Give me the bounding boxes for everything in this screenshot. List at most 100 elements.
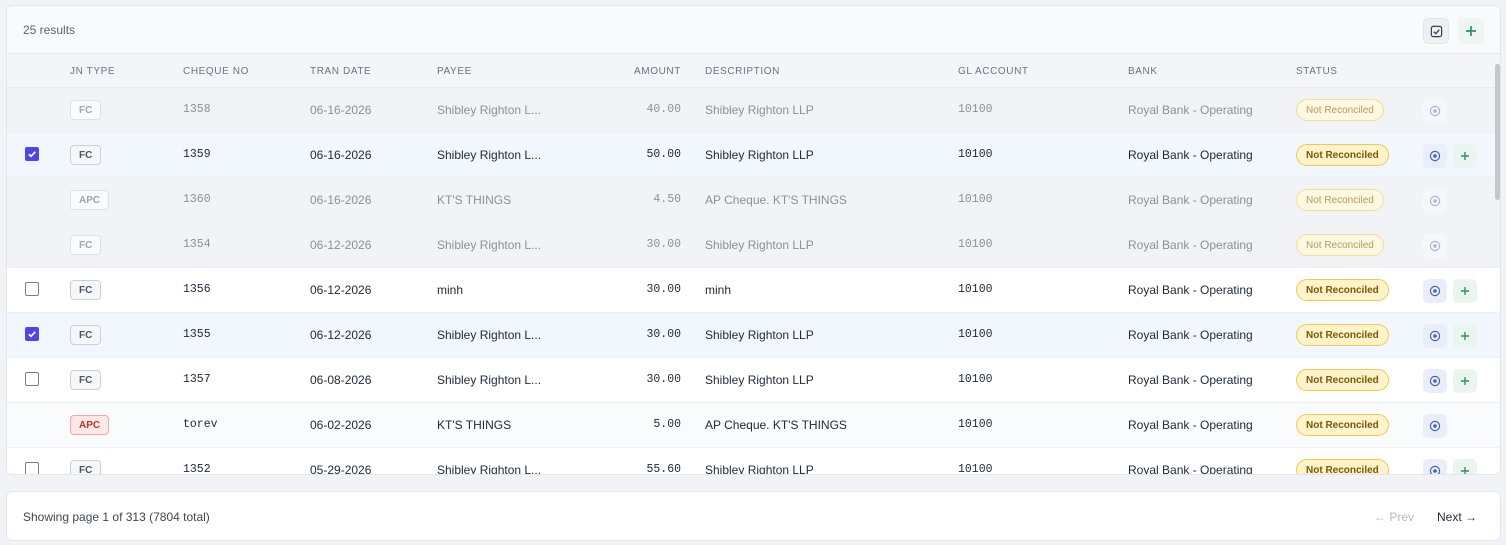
next-page-button[interactable]: Next → xyxy=(1437,510,1477,524)
row-checkbox[interactable] xyxy=(25,327,39,341)
cheque-no-cell: 1359 xyxy=(183,148,211,161)
amount-cell: 30.00 xyxy=(646,373,681,386)
payee-cell: Shibley Righton L... xyxy=(437,148,542,162)
table-row[interactable]: FC 1359 06-16-2026 Shibley Righton L... 50.0… xyxy=(7,133,1500,178)
gl-account-cell: 10100 xyxy=(958,283,993,296)
row-checkbox[interactable] xyxy=(25,282,39,296)
row-checkbox[interactable] xyxy=(25,462,39,474)
target-icon xyxy=(1429,330,1441,342)
add-to-reconciliation-button[interactable] xyxy=(1453,144,1477,168)
column-header-status[interactable]: STATUS xyxy=(1296,66,1338,77)
view-entry-button[interactable] xyxy=(1423,324,1447,348)
column-header-cheque-no[interactable]: CHEQUE NO xyxy=(183,66,249,77)
amount-cell: 4.50 xyxy=(653,193,681,206)
amount-cell: 50.00 xyxy=(646,148,681,161)
status-badge: Not Reconciled xyxy=(1296,99,1384,121)
amount-cell: 5.00 xyxy=(653,418,681,431)
jn-type-badge: FC xyxy=(70,370,102,390)
tran-date-cell: 06-16-2026 xyxy=(310,103,372,117)
gl-account-cell: 10100 xyxy=(958,463,993,475)
cheque-no-cell: 1352 xyxy=(183,463,211,475)
description-cell: Shibley Righton LLP xyxy=(705,463,814,475)
cheque-no-cell: 1357 xyxy=(183,373,211,386)
view-entry-button[interactable] xyxy=(1423,414,1447,438)
jn-type-badge: FC xyxy=(70,460,102,474)
description-cell: Shibley Righton LLP xyxy=(705,103,814,117)
table-row[interactable]: FC 1357 06-08-2026 Shibley Righton L... 30.0… xyxy=(7,358,1500,403)
cheque-no-cell: 1356 xyxy=(183,283,211,296)
table-scrollbar[interactable] xyxy=(1495,64,1500,200)
view-entry-button[interactable] xyxy=(1423,99,1447,123)
bank-cell: Royal Bank - Operating xyxy=(1128,238,1253,252)
column-header-description[interactable]: DESCRIPTION xyxy=(705,66,780,77)
column-header-tran-date[interactable]: TRAN DATE xyxy=(310,66,371,77)
tran-date-cell: 06-16-2026 xyxy=(310,193,372,207)
bank-cell: Royal Bank - Operating xyxy=(1128,463,1253,475)
row-checkbox[interactable] xyxy=(25,147,39,161)
tran-date-cell: 06-16-2026 xyxy=(310,148,372,162)
add-to-reconciliation-button[interactable] xyxy=(1453,369,1477,393)
status-badge: Not Reconciled xyxy=(1296,324,1389,346)
payee-cell: KT'S THINGS xyxy=(437,193,512,207)
status-badge: Not Reconciled xyxy=(1296,279,1389,301)
target-icon xyxy=(1429,285,1441,297)
table-row[interactable]: FC 1352 05-29-2026 Shibley Righton L... 55.6… xyxy=(7,448,1500,475)
target-icon xyxy=(1429,105,1441,117)
column-header-payee[interactable]: PAYEE xyxy=(437,66,472,77)
view-entry-button[interactable] xyxy=(1423,369,1447,393)
table-row[interactable]: FC 1356 06-12-2026 minh 30.00 minh 10100 Royal … xyxy=(7,268,1500,313)
row-checkbox[interactable] xyxy=(25,372,39,386)
checkmark-icon xyxy=(28,331,36,338)
view-entry-button[interactable] xyxy=(1423,189,1447,213)
bank-cell: Royal Bank - Operating xyxy=(1128,193,1253,207)
plus-icon xyxy=(1461,467,1469,474)
description-cell: Shibley Righton LLP xyxy=(705,148,814,162)
add-to-reconciliation-button[interactable] xyxy=(1453,459,1477,474)
results-header: 25 results xyxy=(7,6,1500,54)
target-icon xyxy=(1429,420,1441,432)
jn-type-badge: FC xyxy=(70,145,102,165)
column-header-bank[interactable]: BANK xyxy=(1128,66,1158,77)
status-badge: Not Reconciled xyxy=(1296,189,1384,211)
table-row[interactable]: APC torev 06-02-2026 KT'S THINGS 5.00 AP Cheq… xyxy=(7,403,1500,448)
view-entry-button[interactable] xyxy=(1423,144,1447,168)
gl-account-cell: 10100 xyxy=(958,148,993,161)
check-square-icon xyxy=(1430,25,1442,37)
results-count: 25 results xyxy=(23,23,76,37)
jn-type-badge: FC xyxy=(70,280,102,300)
tran-date-cell: 06-12-2026 xyxy=(310,238,372,252)
jn-type-badge: FC xyxy=(70,100,102,120)
target-icon xyxy=(1429,240,1441,252)
bank-cell: Royal Bank - Operating xyxy=(1128,373,1253,387)
target-icon xyxy=(1429,465,1441,474)
add-to-reconciliation-button[interactable] xyxy=(1453,324,1477,348)
payee-cell: KT'S THINGS xyxy=(437,418,512,432)
table-row[interactable]: APC 1360 06-16-2026 KT'S THINGS 4.50 AP Chequ… xyxy=(7,178,1500,223)
view-entry-button[interactable] xyxy=(1423,459,1447,474)
gl-account-cell: 10100 xyxy=(958,328,993,341)
description-cell: Shibley Righton LLP xyxy=(705,328,814,342)
select-all-button[interactable] xyxy=(1423,18,1449,44)
description-cell: Shibley Righton LLP xyxy=(705,238,814,252)
add-to-reconciliation-button[interactable] xyxy=(1453,279,1477,303)
tran-date-cell: 06-12-2026 xyxy=(310,328,372,342)
column-header-gl-account[interactable]: GL ACCOUNT xyxy=(958,66,1029,77)
gl-account-cell: 10100 xyxy=(958,103,993,116)
cheque-no-cell: 1360 xyxy=(183,193,211,206)
plus-icon xyxy=(1461,377,1469,385)
amount-cell: 40.00 xyxy=(646,103,681,116)
tran-date-cell: 06-12-2026 xyxy=(310,283,372,297)
add-entry-button[interactable] xyxy=(1458,18,1484,44)
prev-page-button[interactable]: ← Prev xyxy=(1374,510,1414,524)
column-header-amount[interactable]: AMOUNT xyxy=(634,66,681,77)
view-entry-button[interactable] xyxy=(1423,234,1447,258)
cheque-no-cell: torev xyxy=(183,418,218,431)
table-row[interactable]: FC 1358 06-16-2026 Shibley Righton L... 40.0… xyxy=(7,88,1500,133)
table-row[interactable]: FC 1355 06-12-2026 Shibley Righton L... 30.0… xyxy=(7,313,1500,358)
column-header-jn-type[interactable]: JN TYPE xyxy=(70,66,115,77)
cheque-no-cell: 1355 xyxy=(183,328,211,341)
table-row[interactable]: FC 1354 06-12-2026 Shibley Righton L... 30.0… xyxy=(7,223,1500,268)
description-cell: Shibley Righton LLP xyxy=(705,373,814,387)
bank-cell: Royal Bank - Operating xyxy=(1128,148,1253,162)
view-entry-button[interactable] xyxy=(1423,279,1447,303)
